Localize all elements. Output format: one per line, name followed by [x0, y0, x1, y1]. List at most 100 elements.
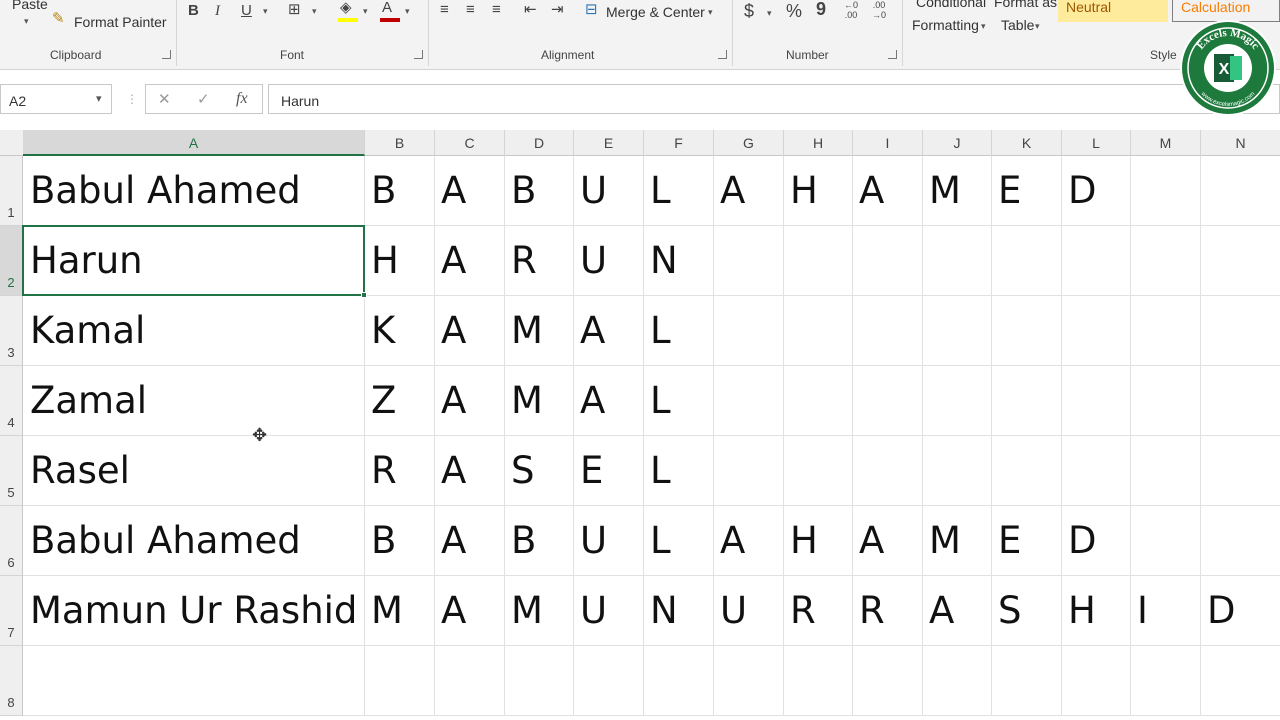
cell-e8[interactable] — [574, 646, 644, 716]
cell-d4[interactable]: M — [505, 366, 574, 436]
cell-l1[interactable]: D — [1062, 156, 1131, 226]
cell-i7[interactable]: R — [853, 576, 923, 646]
increase-indent-icon[interactable]: ⇥ — [551, 1, 564, 19]
cell-j7[interactable]: A — [923, 576, 992, 646]
column-header-k[interactable]: K — [992, 130, 1062, 156]
column-header-n[interactable]: N — [1201, 130, 1280, 156]
cell-n3[interactable] — [1201, 296, 1280, 366]
row-header-8[interactable]: 8 — [0, 646, 23, 716]
conditional-formatting-line1[interactable]: Conditional — [916, 0, 986, 10]
cell-j1[interactable]: M — [923, 156, 992, 226]
cell-e4[interactable]: A — [574, 366, 644, 436]
cell-b8[interactable] — [365, 646, 435, 716]
cell-g2[interactable] — [714, 226, 784, 296]
cell-f5[interactable]: L — [644, 436, 714, 506]
font-launcher-icon[interactable] — [414, 50, 423, 59]
cell-c5[interactable]: A — [435, 436, 505, 506]
cell-h8[interactable] — [784, 646, 853, 716]
cell-d7[interactable]: M — [505, 576, 574, 646]
cell-e2[interactable]: U — [574, 226, 644, 296]
cell-l6[interactable]: D — [1062, 506, 1131, 576]
cell-k6[interactable]: E — [992, 506, 1062, 576]
cell-k2[interactable] — [992, 226, 1062, 296]
cell-g3[interactable] — [714, 296, 784, 366]
row-header-3[interactable]: 3 — [0, 296, 23, 366]
column-header-b[interactable]: B — [365, 130, 435, 156]
cell-h7[interactable]: R — [784, 576, 853, 646]
cell-c6[interactable]: A — [435, 506, 505, 576]
cell-l7[interactable]: H — [1062, 576, 1131, 646]
cell-f7[interactable]: N — [644, 576, 714, 646]
cell-m5[interactable] — [1131, 436, 1201, 506]
cell-m4[interactable] — [1131, 366, 1201, 436]
column-header-m[interactable]: M — [1131, 130, 1201, 156]
cell-h3[interactable] — [784, 296, 853, 366]
cell-m8[interactable] — [1131, 646, 1201, 716]
borders-dropdown-caret[interactable]: ▾ — [312, 6, 317, 17]
cell-b3[interactable]: K — [365, 296, 435, 366]
cell-c3[interactable]: A — [435, 296, 505, 366]
name-box-dropdown-caret[interactable]: ▾ — [96, 92, 102, 105]
format-as-table-line1[interactable]: Format as — [994, 0, 1057, 10]
cell-j4[interactable] — [923, 366, 992, 436]
cell-j3[interactable] — [923, 296, 992, 366]
cell-n5[interactable] — [1201, 436, 1280, 506]
insert-function-icon[interactable]: fx — [236, 90, 248, 108]
cell-f8[interactable] — [644, 646, 714, 716]
number-launcher-icon[interactable] — [888, 50, 897, 59]
cell-i6[interactable]: A — [853, 506, 923, 576]
font-color-icon[interactable]: A — [382, 0, 392, 17]
cell-c1[interactable]: A — [435, 156, 505, 226]
cell-l3[interactable] — [1062, 296, 1131, 366]
cell-d1[interactable]: B — [505, 156, 574, 226]
fill-handle[interactable] — [361, 292, 367, 298]
cell-d2[interactable]: R — [505, 226, 574, 296]
row-header-5[interactable]: 5 — [0, 436, 23, 506]
cell-m7[interactable]: I — [1131, 576, 1201, 646]
cell-g4[interactable] — [714, 366, 784, 436]
cell-f3[interactable]: L — [644, 296, 714, 366]
cell-k5[interactable] — [992, 436, 1062, 506]
cell-d3[interactable]: M — [505, 296, 574, 366]
cell-e5[interactable]: E — [574, 436, 644, 506]
column-header-e[interactable]: E — [574, 130, 644, 156]
cell-b6[interactable]: B — [365, 506, 435, 576]
cell-g8[interactable] — [714, 646, 784, 716]
column-header-h[interactable]: H — [784, 130, 853, 156]
cell-i5[interactable] — [853, 436, 923, 506]
cell-l8[interactable] — [1062, 646, 1131, 716]
column-header-f[interactable]: F — [644, 130, 714, 156]
column-header-c[interactable]: C — [435, 130, 505, 156]
cell-b1[interactable]: B — [365, 156, 435, 226]
cell-i2[interactable] — [853, 226, 923, 296]
cell-d8[interactable] — [505, 646, 574, 716]
cell-b7[interactable]: M — [365, 576, 435, 646]
cell-k4[interactable] — [992, 366, 1062, 436]
cell-b5[interactable]: R — [365, 436, 435, 506]
font-color-dropdown-caret[interactable]: ▾ — [405, 6, 410, 17]
column-header-l[interactable]: L — [1062, 130, 1131, 156]
cell-d6[interactable]: B — [505, 506, 574, 576]
align-left-icon[interactable]: ≡ — [440, 1, 449, 19]
underline-dropdown-caret[interactable]: ▾ — [263, 6, 268, 17]
row-header-7[interactable]: 7 — [0, 576, 23, 646]
row-header-1[interactable]: 1 — [0, 156, 23, 226]
increase-decimal-button[interactable]: ←0.00 — [844, 0, 858, 20]
cell-j6[interactable]: M — [923, 506, 992, 576]
clipboard-launcher-icon[interactable] — [162, 50, 171, 59]
decrease-indent-icon[interactable]: ⇤ — [524, 1, 537, 19]
paste-button[interactable]: Paste — [12, 0, 48, 12]
fill-color-dropdown-caret[interactable]: ▾ — [363, 6, 368, 17]
cell-i1[interactable]: A — [853, 156, 923, 226]
cell-a2[interactable]: Harun — [23, 226, 365, 296]
cell-l4[interactable] — [1062, 366, 1131, 436]
cell-b4[interactable]: Z — [365, 366, 435, 436]
cell-f4[interactable]: L — [644, 366, 714, 436]
cell-k3[interactable] — [992, 296, 1062, 366]
cell-k1[interactable]: E — [992, 156, 1062, 226]
currency-button[interactable]: $ — [744, 2, 754, 20]
cell-a7[interactable]: Mamun Ur Rashid — [23, 576, 365, 646]
format-as-table-line2[interactable]: Table — [1001, 17, 1034, 33]
row-header-6[interactable]: 6 — [0, 506, 23, 576]
merge-center-dropdown-caret[interactable]: ▾ — [708, 7, 713, 18]
